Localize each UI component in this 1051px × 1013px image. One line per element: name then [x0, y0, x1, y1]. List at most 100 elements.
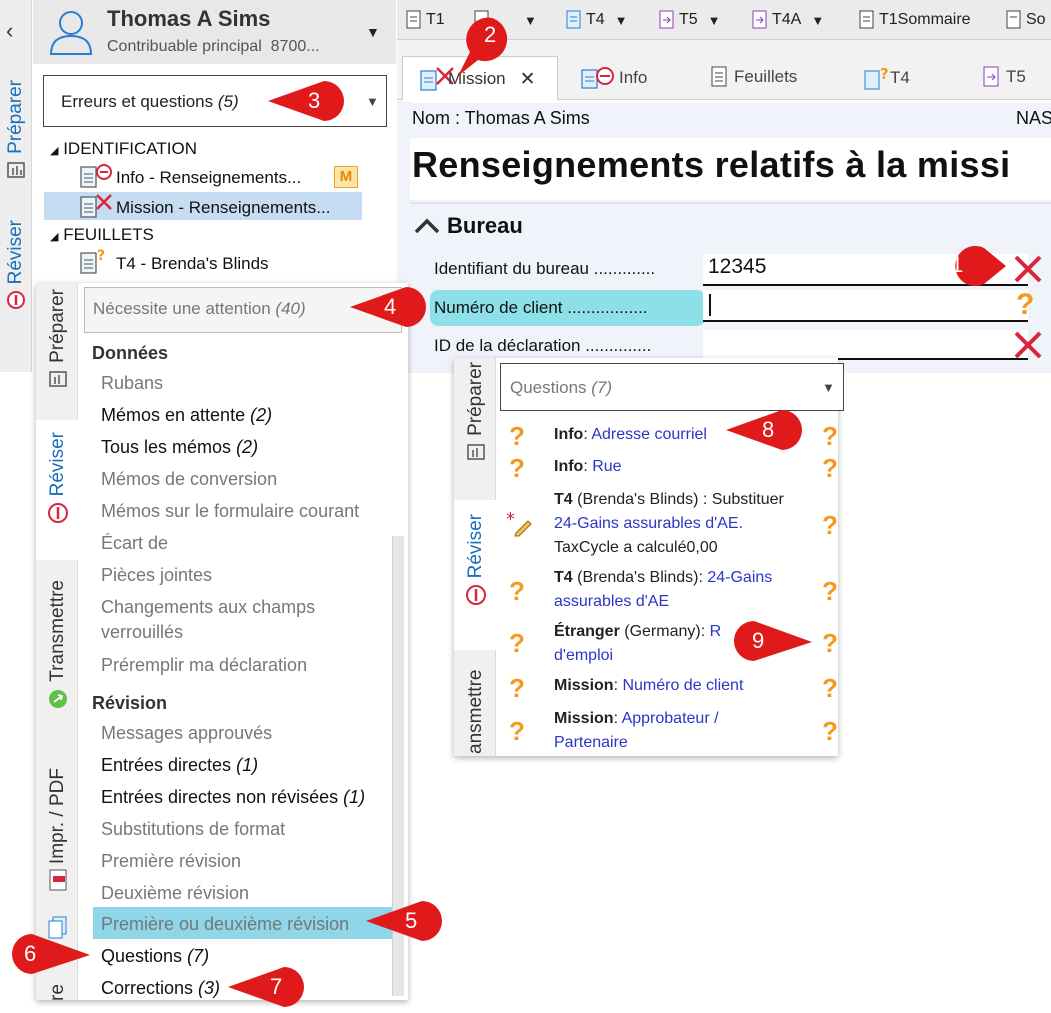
form-tab-t5[interactable]: T5 ▼	[659, 10, 721, 30]
popup1-tab-prepare[interactable]: Préparer	[38, 283, 78, 411]
questions-dropdown-label: Questions (7)	[510, 378, 612, 398]
form-tab-t4a[interactable]: T4A ▼	[752, 10, 824, 30]
popup1-tab-review[interactable]: Réviser	[38, 432, 78, 552]
form-tab-t1sommaire[interactable]: T1Sommaire	[859, 10, 971, 30]
questions-chevron-down-icon[interactable]: ▼	[822, 380, 835, 395]
tree-item-info[interactable]: Info - Renseignements...	[116, 168, 301, 188]
subtab-t4[interactable]: ? T4	[864, 66, 910, 90]
question-icon[interactable]: ?	[822, 512, 838, 538]
question-icon[interactable]: ?	[1016, 290, 1034, 320]
needs-attention-count: (40)	[275, 299, 306, 318]
form-tab-t4-label: T4	[586, 11, 605, 28]
question-icon[interactable]: ?	[822, 455, 838, 481]
filter-item-format-overrides[interactable]: Substitutions de format	[101, 819, 285, 840]
tree-item-t4[interactable]: T4 - Brenda's Blinds	[116, 254, 269, 274]
filter-item-rubans[interactable]: Rubans	[101, 373, 163, 394]
filter-item-current-form-memos[interactable]: Mémos sur le formulaire courant	[101, 501, 359, 522]
collapse-section-icon[interactable]	[413, 216, 441, 236]
tab-dropdown-icon[interactable]: ▼	[615, 13, 628, 28]
question-detail: (Germany):	[619, 623, 710, 640]
filter-item-count: (7)	[187, 946, 210, 966]
popup2-tab-prepare-label: Préparer	[465, 362, 486, 436]
subtab-feuillets-label: Feuillets	[734, 67, 798, 86]
form-doc-purple-icon	[752, 10, 767, 29]
question-icon[interactable]: ?	[822, 675, 838, 701]
form-name-label: Nom : Thomas A Sims	[412, 108, 590, 128]
question-link[interactable]: Adresse courriel	[591, 426, 707, 443]
popup2-tab-transmit[interactable]: ansmettre	[456, 656, 496, 754]
question-link[interactable]: Rue	[592, 458, 621, 475]
filter-item-conversion-memos[interactable]: Mémos de conversion	[101, 469, 277, 490]
subtab-t5[interactable]: T5	[982, 66, 1026, 88]
filter-item-first-or-second-review[interactable]: Première ou deuxième révision	[101, 914, 349, 935]
popup1-tab-transmit[interactable]: Transmettre	[38, 580, 78, 740]
filter-item-second-review[interactable]: Deuxième révision	[101, 883, 249, 904]
question-link[interactable]: 24-Gains assurables d'AE.	[554, 515, 743, 532]
question-icon[interactable]: ?	[822, 578, 838, 604]
memo-badge[interactable]: M	[334, 166, 358, 188]
questions-dropdown-count: (7)	[591, 378, 613, 397]
t5-doc-icon	[983, 66, 999, 87]
popup2-tab-review[interactable]: Réviser	[456, 514, 496, 644]
tab-dropdown-icon[interactable]: ▼	[708, 13, 721, 28]
question-link[interactable]: R	[710, 623, 722, 640]
left-tab-prepare-label: Préparer	[5, 80, 26, 154]
filter-item-first-review[interactable]: Première révision	[101, 851, 241, 872]
callout-6-number: 6	[24, 941, 37, 966]
filter-item-attachments[interactable]: Pièces jointes	[101, 565, 212, 586]
filter-item-all-memos[interactable]: Tous les mémos (2)	[101, 437, 258, 458]
question-link[interactable]: Approbateur /	[622, 710, 719, 727]
question-link[interactable]: Partenaire	[554, 734, 628, 751]
question-item-3[interactable]: T4 (Brenda's Blinds) : Substituer 24-Gain…	[554, 488, 816, 560]
error-x-icon[interactable]	[1013, 330, 1043, 360]
filter-item-autofill[interactable]: Préremplir ma déclaration	[101, 655, 307, 676]
field-client-number-input[interactable]	[703, 290, 1028, 320]
question-link[interactable]: Numéro de client	[622, 677, 743, 694]
filter-item-unreviewed-direct-entries[interactable]: Entrées directes non révisées (1)	[101, 787, 365, 808]
tree-group-feuillets[interactable]: ◢ FEUILLETS	[50, 225, 154, 245]
filter-item-direct-entries[interactable]: Entrées directes (1)	[101, 755, 258, 776]
form-tab-so[interactable]: So	[1006, 10, 1046, 30]
collapse-arrow-icon[interactable]: ‹	[6, 18, 13, 44]
question-icon[interactable]: ?	[822, 718, 838, 744]
form-doc-icon	[1006, 10, 1021, 29]
left-tab-prepare[interactable]: Préparer	[0, 80, 32, 180]
question-item-7[interactable]: Mission: Approbateur / Partenaire	[554, 707, 816, 755]
tree-item-mission[interactable]: Mission - Renseignements...	[116, 198, 330, 218]
taxpayer-dropdown-icon[interactable]: ▼	[366, 24, 380, 40]
subtab-info[interactable]: Info	[581, 66, 647, 90]
filter-item-locked-changes-2[interactable]: verrouillés	[101, 622, 183, 643]
question-link[interactable]: d'emploi	[554, 647, 613, 664]
form-tab-t4[interactable]: T4 ▼	[566, 10, 628, 30]
question-item-6[interactable]: Mission: Numéro de client	[554, 674, 816, 698]
question-icon: ?	[509, 673, 525, 703]
left-tab-review[interactable]: Réviser	[0, 220, 32, 310]
section-bureau[interactable]: Bureau	[447, 213, 523, 239]
question-icon[interactable]: ?	[822, 423, 838, 449]
filter-item-corrections[interactable]: Corrections (3)	[101, 978, 220, 999]
filter-count: (5)	[217, 92, 239, 111]
question-icon[interactable]: ?	[822, 630, 838, 656]
question-item-4[interactable]: T4 (Brenda's Blinds): 24-Gains assurable…	[554, 566, 816, 614]
tab-dropdown-icon[interactable]: ▼	[811, 13, 824, 28]
info-error-icon	[581, 67, 614, 89]
avatar-icon	[49, 11, 93, 55]
filter-item-variance[interactable]: Écart de	[101, 533, 168, 554]
filter-item-questions[interactable]: Questions (7)	[101, 946, 209, 967]
taxpayer-subtitle: Contribuable principal 8700...	[107, 38, 320, 56]
question-form: Mission	[554, 710, 614, 727]
filter-chevron-down-icon[interactable]: ▼	[366, 94, 379, 109]
form-info-error-icon	[80, 164, 112, 188]
popup2-tab-prepare[interactable]: Préparer	[456, 362, 496, 492]
filter-item-approved-messages[interactable]: Messages approuvés	[101, 723, 272, 744]
filter-item-memos-pending[interactable]: Mémos en attente (2)	[101, 405, 272, 426]
field-return-id-input[interactable]	[703, 330, 1028, 358]
form-tab-t1[interactable]: T1	[406, 10, 445, 30]
question-icon: ?	[509, 453, 525, 483]
questions-dropdown-text: Questions	[510, 378, 587, 397]
question-note: TaxCycle a calculé0,00	[554, 539, 718, 556]
subtab-feuillets[interactable]: Feuillets	[710, 66, 797, 88]
filter-item-locked-changes[interactable]: Changements aux champs	[101, 597, 315, 618]
question-item-2[interactable]: Info: Rue	[554, 455, 816, 479]
tree-group-identification[interactable]: ◢ IDENTIFICATION	[50, 139, 197, 159]
